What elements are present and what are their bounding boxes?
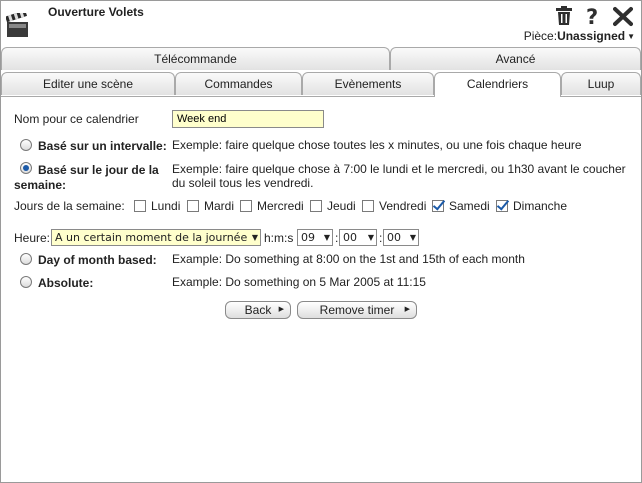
checkbox-mardi[interactable] (187, 200, 199, 212)
time-separator: : (335, 231, 339, 245)
hour-select[interactable]: 09 ▼ (297, 229, 333, 246)
absolute-label: Absolute: (38, 276, 94, 290)
tab-telecommande[interactable]: Télécommande (1, 47, 390, 70)
remove-timer-label: Remove timer (319, 303, 395, 317)
scene-title: Ouverture Volets (48, 5, 144, 19)
calendar-panel: Nom pour ce calendrier Basé sur un inter… (1, 97, 641, 481)
tab-editer-une-scene[interactable]: Editer une scène (1, 72, 175, 95)
room-selector[interactable]: Pièce:Unassigned ▼ (524, 29, 635, 43)
day-of-week-example-line1: Exemple: faire quelque chose à 7:00 le l… (172, 162, 626, 176)
chevron-down-icon: ▼ (323, 233, 330, 242)
day-of-week-label-line1: Basé sur le jour de la (38, 163, 159, 177)
back-button[interactable]: Back ▶ (225, 301, 291, 319)
tab-calendriers[interactable]: Calendriers (434, 72, 561, 97)
checkbox-lundi[interactable] (134, 200, 146, 212)
day-of-month-example: Example: Do something at 8:00 on the 1st… (172, 252, 525, 266)
minute-select[interactable]: 00 ▼ (339, 229, 377, 246)
chevron-right-icon: ▶ (404, 306, 410, 313)
day-of-month-radio[interactable] (20, 253, 32, 265)
interval-radio[interactable] (20, 139, 32, 151)
hour-value: 09 (301, 231, 315, 244)
tab-row-top: Télécommande Avancé (1, 47, 641, 71)
time-mode-value: A un certain moment de la journée (55, 231, 248, 244)
svg-text:?: ? (586, 5, 598, 27)
name-label: Nom pour ce calendrier (14, 112, 139, 126)
checkbox-vendredi[interactable] (362, 200, 374, 212)
absolute-example: Example: Do something on 5 Mar 2005 at 1… (172, 275, 426, 289)
absolute-radio[interactable] (20, 276, 32, 288)
chevron-down-icon: ▼ (409, 233, 416, 242)
checkbox-dimanche[interactable] (496, 200, 508, 212)
trash-icon[interactable] (555, 5, 573, 27)
chevron-down-icon: ▼ (251, 233, 258, 242)
chevron-down-icon: ▼ (367, 233, 374, 242)
chevron-right-icon: ▶ (278, 306, 284, 313)
day-label-vendredi: Vendredi (379, 199, 427, 213)
tab-avance[interactable]: Avancé (390, 47, 641, 70)
day-of-week-example-line2: du soleil tous les vendredi. (172, 176, 314, 190)
day-label-mardi: Mardi (204, 199, 235, 213)
interval-example: Exemple: faire quelque chose toutes les … (172, 138, 582, 152)
tab-luup[interactable]: Luup (561, 72, 641, 95)
calendar-name-input[interactable] (172, 110, 324, 128)
day-of-week-radio[interactable] (20, 162, 32, 174)
close-icon[interactable] (613, 5, 633, 27)
days-label: Jours de la semaine: (14, 199, 125, 213)
checkbox-mercredi[interactable] (240, 200, 252, 212)
checkbox-samedi[interactable] (432, 200, 444, 212)
day-label-mercredi: Mercredi (257, 199, 304, 213)
time-mode-select[interactable]: A un certain moment de la journée ▼ (51, 229, 261, 246)
day-label-lundi: Lundi (151, 199, 181, 213)
day-of-month-label: Day of month based: (38, 253, 157, 267)
time-separator: : (379, 231, 383, 245)
second-value: 00 (387, 231, 401, 244)
tab-commandes[interactable]: Commandes (175, 72, 302, 95)
tab-evenements[interactable]: Evènements (302, 72, 434, 95)
day-label-jeudi: Jeudi (327, 199, 356, 213)
hms-label: h:m:s (264, 231, 294, 245)
header: Ouverture Volets ? Pièce:Unassigned ▼ (1, 1, 641, 45)
day-label-dimanche: Dimanche (513, 199, 568, 213)
second-select[interactable]: 00 ▼ (383, 229, 419, 246)
room-value: Unassigned (557, 29, 626, 43)
help-icon[interactable]: ? (585, 5, 601, 29)
room-label: Pièce: (523, 29, 558, 43)
interval-label: Basé sur un intervalle: (38, 139, 167, 153)
back-button-label: Back (244, 303, 272, 317)
checkbox-jeudi[interactable] (310, 200, 322, 212)
day-of-week-label-line2: semaine: (14, 178, 67, 192)
clapperboard-icon (5, 10, 30, 39)
chevron-down-icon: ▼ (627, 32, 635, 42)
day-label-samedi: Samedi (449, 199, 490, 213)
minute-value: 00 (343, 231, 357, 244)
heure-label: Heure: (14, 231, 51, 245)
tab-row-bottom: Editer une scène Commandes Evènements Ca… (1, 72, 641, 97)
remove-timer-button[interactable]: Remove timer ▶ (297, 301, 417, 319)
